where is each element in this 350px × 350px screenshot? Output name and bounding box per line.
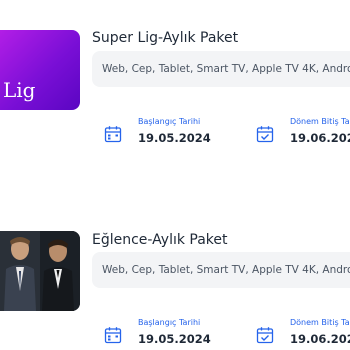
end-date-value: 19.06.2024 bbox=[290, 332, 350, 346]
movie-poster-image bbox=[0, 231, 80, 311]
package-thumbnail bbox=[0, 231, 80, 311]
package-platforms: Web, Cep, Tablet, Smart TV, Apple TV 4K,… bbox=[92, 51, 350, 87]
end-date-value: 19.06.2024 bbox=[290, 131, 350, 145]
subscription-list: Lig Super Lig-Aylık Paket Web, Cep, Tabl… bbox=[0, 0, 350, 350]
package-thumbnail: Lig bbox=[0, 30, 80, 110]
end-date-label: Dönem Bitiş Tarihi bbox=[290, 117, 350, 126]
calendar-icon bbox=[104, 327, 122, 344]
end-date-label: Dönem Bitiş Tarihi bbox=[290, 318, 350, 327]
calendar-check-icon bbox=[256, 126, 274, 143]
calendar-icon bbox=[104, 126, 122, 143]
start-date-label: Başlangıç Tarihi bbox=[138, 318, 201, 327]
start-date-label: Başlangıç Tarihi bbox=[138, 117, 201, 126]
package-card-eglence[interactable]: Eğlence-Aylık Paket Web, Cep, Tablet, Sm… bbox=[0, 200, 350, 350]
package-platforms: Web, Cep, Tablet, Smart TV, Apple TV 4K,… bbox=[92, 252, 350, 288]
package-title: Eğlence-Aylık Paket bbox=[92, 232, 228, 248]
start-date-value: 19.05.2024 bbox=[138, 332, 211, 346]
start-date-value: 19.05.2024 bbox=[138, 131, 211, 145]
calendar-check-icon bbox=[256, 327, 274, 344]
thumbnail-logo-text: Lig bbox=[3, 78, 36, 102]
package-card-super-lig[interactable]: Lig Super Lig-Aylık Paket Web, Cep, Tabl… bbox=[0, 0, 350, 200]
package-title: Super Lig-Aylık Paket bbox=[92, 30, 239, 46]
